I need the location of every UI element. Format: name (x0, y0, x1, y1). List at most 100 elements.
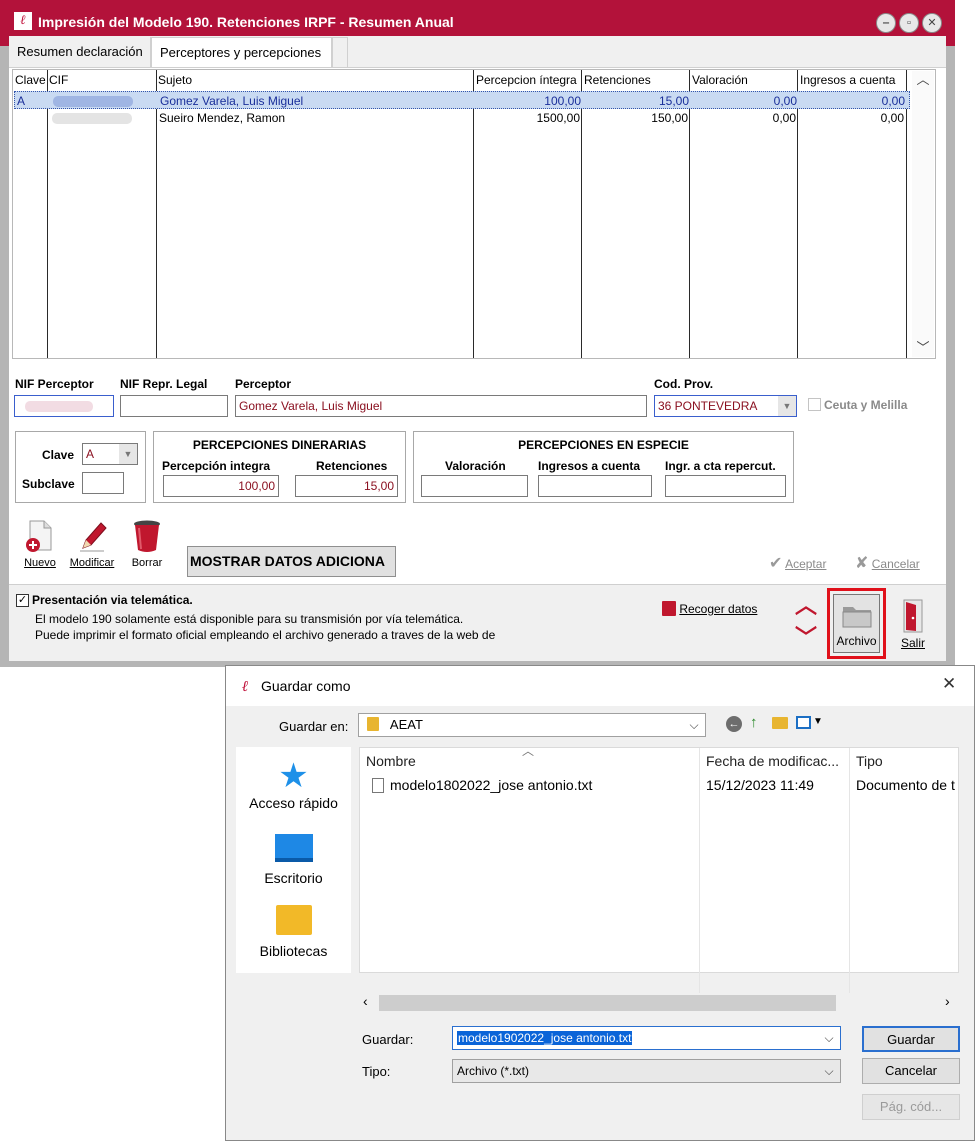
new-folder-icon[interactable] (772, 717, 788, 729)
cod-prov-select[interactable]: 36 PONTEVEDRA ▼ (654, 395, 797, 417)
tab-perceptores[interactable]: Perceptores y percepciones (151, 37, 332, 67)
col-header-valoracion[interactable]: Valoración (690, 71, 748, 89)
pencil-icon (80, 522, 107, 552)
chevron-down-icon[interactable]: ⌵ (820, 1028, 838, 1048)
archivo-button[interactable]: Archivo (833, 594, 880, 653)
dialog-title-bar: ℓ Guardar como ✕ (226, 666, 974, 706)
location-value: AEAT (389, 717, 423, 732)
sort-ascending-icon: ︿ (522, 744, 535, 758)
x-icon: ✘ (855, 555, 869, 572)
guardar-button[interactable]: Guardar (862, 1026, 960, 1052)
col-header-cif[interactable]: CIF (47, 71, 68, 89)
recoger-label: Recoger datos (679, 602, 758, 616)
filename-input[interactable]: modelo1902022_jose antonio.txt ⌵ (452, 1026, 841, 1050)
col-header-percepcion[interactable]: Percepcion íntegra (474, 71, 577, 89)
pag-cod-button[interactable]: Pág. cód... (862, 1094, 960, 1120)
cell-clave (14, 109, 48, 127)
tab-resumen-declaracion[interactable]: Resumen declaración (9, 37, 151, 67)
places-bar: ★ Acceso rápido Escritorio Bibliotecas (236, 747, 351, 973)
file-list[interactable]: ︿ Nombre Fecha de modificac... Tipo mode… (359, 744, 959, 995)
nif-repr-field[interactable] (120, 395, 228, 417)
chevron-down-icon[interactable]: ▼ (778, 396, 796, 416)
mostrar-datos-button[interactable]: MOSTRAR DATOS ADICIONA (187, 546, 396, 577)
bottom-panel: ✓ Presentación via telemática. El modelo… (9, 584, 946, 661)
folder-icon (842, 607, 871, 628)
col-header-name[interactable]: Nombre (366, 753, 416, 769)
scroll-right-icon[interactable]: › (945, 993, 950, 1009)
subclave-field[interactable] (82, 472, 124, 494)
location-combo[interactable]: AEAT ⌵ (358, 713, 706, 737)
percepcion-integra-field[interactable]: 100,00 (163, 475, 279, 497)
cell-retenciones: 150,00 (651, 111, 688, 125)
move-down-icon[interactable]: ﹀ (795, 627, 817, 649)
dialog-close-button[interactable]: ✕ (942, 674, 956, 694)
window-title: Impresión del Modelo 190. Retenciones IR… (38, 14, 454, 30)
valoracion-label: Valoración (445, 459, 506, 473)
perceptor-field[interactable]: Gomez Varela, Luis Miguel (235, 395, 647, 417)
cancelar-button[interactable]: Cancelar (862, 1058, 960, 1084)
up-folder-icon[interactable]: ↑ (750, 714, 758, 731)
scroll-down-icon[interactable]: ﹀ (912, 339, 934, 357)
file-type-select[interactable]: Archivo (*.txt) ⌵ (452, 1059, 841, 1083)
back-icon[interactable]: ← (726, 716, 742, 732)
col-header-date[interactable]: Fecha de modificac... (706, 753, 839, 769)
borrar-label: Borrar (131, 557, 163, 569)
aceptar-button[interactable]: ✔ Aceptar (769, 553, 826, 573)
ingresos-field[interactable] (538, 475, 652, 497)
place-libraries[interactable]: Bibliotecas (236, 905, 351, 959)
cell-valoracion: 0,00 (772, 111, 796, 125)
modificar-label: Modificar (69, 557, 115, 569)
chevron-down-icon[interactable]: ▼ (119, 444, 137, 464)
tab-filler (332, 37, 348, 67)
recoger-datos-button[interactable]: Recoger datos (662, 601, 757, 616)
ceuta-checkbox[interactable] (808, 398, 821, 411)
ingr-repercut-field[interactable] (665, 475, 786, 497)
chevron-down-icon[interactable]: ⌵ (820, 1061, 838, 1081)
aceptar-label: Aceptar (785, 557, 827, 571)
horizontal-scrollbar[interactable]: ‹ › (359, 993, 959, 1013)
col-header-ingresos[interactable]: Ingresos a cuenta (798, 71, 895, 89)
nif-perceptor-field[interactable] (14, 395, 114, 417)
col-header-type[interactable]: Tipo (856, 753, 883, 769)
valoracion-field[interactable] (421, 475, 528, 497)
new-document-icon (26, 520, 52, 552)
view-menu-dropdown-icon[interactable]: ▼ (813, 716, 823, 727)
telematica-checkbox[interactable]: ✓ (16, 594, 29, 607)
maximize-button[interactable]: ▫ (899, 13, 919, 33)
place-quick-access[interactable]: ★ Acceso rápido (236, 757, 351, 811)
cell-ingresos: 0,00 (880, 111, 904, 125)
scroll-left-icon[interactable]: ‹ (363, 993, 368, 1009)
clave-select[interactable]: A ▼ (82, 443, 138, 465)
modificar-button[interactable]: Modificar (67, 518, 117, 569)
retenciones-field[interactable]: 15,00 (295, 475, 398, 497)
table-row[interactable]: A Gomez Varela, Luis Miguel 100,00 15,00… (14, 91, 910, 109)
view-menu-icon[interactable] (796, 716, 811, 729)
borrar-button[interactable]: Borrar (127, 518, 167, 569)
cod-prov-label: Cod. Prov. (654, 377, 714, 391)
scroll-thumb[interactable] (379, 995, 836, 1011)
list-item[interactable]: modelo1802022_jose antonio.txt 15/12/202… (360, 774, 958, 796)
col-header-retenciones[interactable]: Retenciones (582, 71, 651, 89)
text-file-icon (372, 778, 384, 793)
perceptores-grid[interactable]: Clave CIF Sujeto Percepcion íntegra Rete… (12, 69, 936, 359)
move-up-icon[interactable]: ︿ (795, 595, 817, 617)
cancelar-button[interactable]: ✘ Cancelar (855, 553, 920, 573)
archivo-highlight: Archivo (827, 588, 886, 659)
file-type-value: Archivo (*.txt) (457, 1064, 530, 1078)
retenciones-label: Retenciones (316, 459, 388, 473)
desktop-icon (274, 834, 313, 862)
tab-page: Clave CIF Sujeto Percepcion íntegra Rete… (9, 67, 946, 661)
col-header-clave[interactable]: Clave (13, 71, 46, 89)
salir-button[interactable]: Salir (893, 597, 933, 650)
nuevo-button[interactable]: Nuevo (19, 518, 61, 569)
minimize-button[interactable]: ‒ (876, 13, 896, 33)
table-row[interactable]: Sueiro Mendez, Ramon 1500,00 150,00 0,00… (14, 109, 910, 127)
place-desktop[interactable]: Escritorio (236, 834, 351, 886)
chevron-down-icon[interactable]: ⌵ (685, 715, 703, 735)
close-button[interactable]: ✕ (922, 13, 942, 33)
col-header-sujeto[interactable]: Sujeto (156, 71, 192, 89)
grid-scrollbar[interactable]: ︿ ﹀ (912, 71, 934, 357)
scroll-up-icon[interactable]: ︿ (912, 71, 934, 89)
archivo-label: Archivo (836, 634, 877, 648)
info-line-1: El modelo 190 solamente está disponible … (35, 612, 464, 626)
